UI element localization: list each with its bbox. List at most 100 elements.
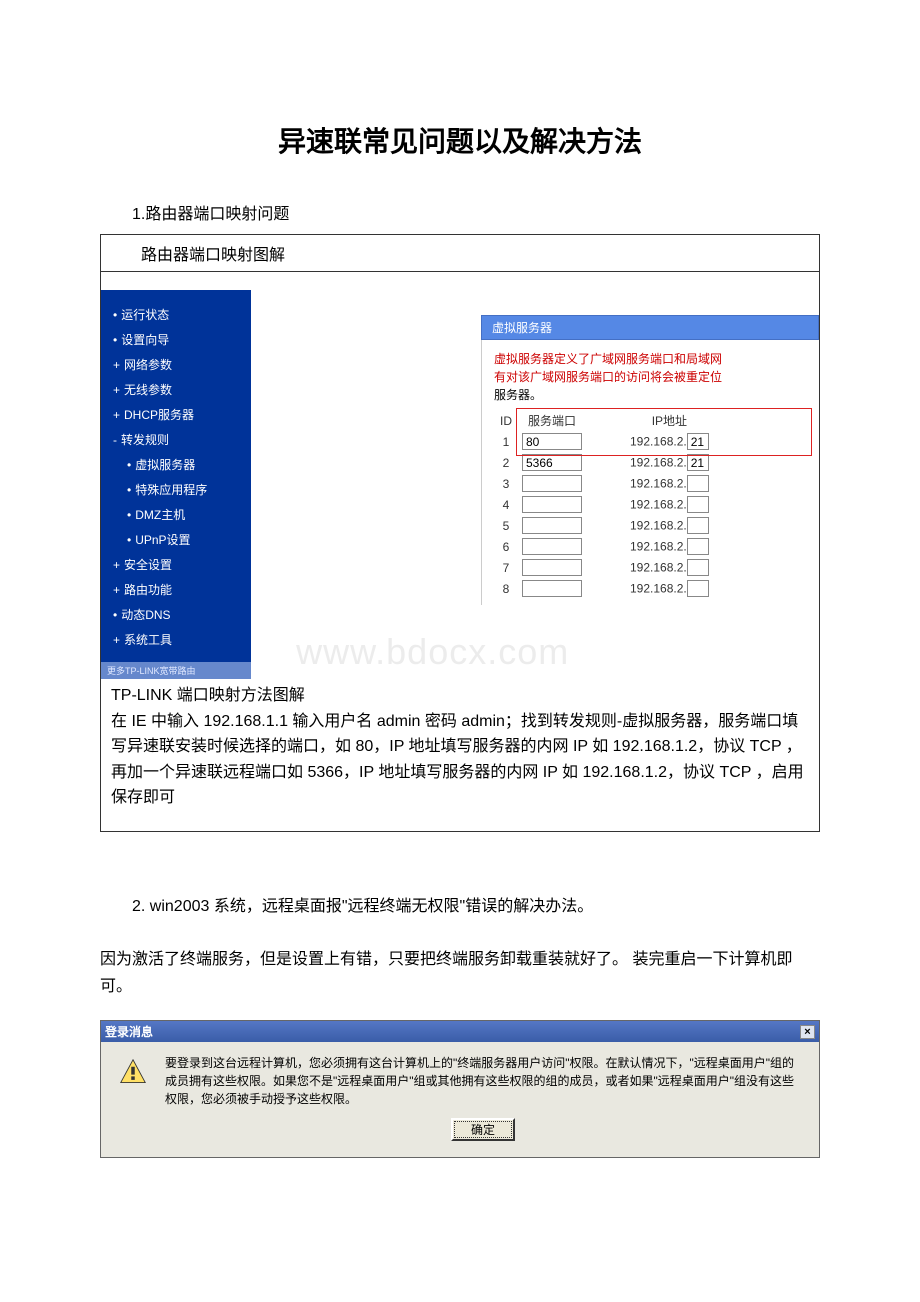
section1-heading: 1.路由器端口映射问题 bbox=[100, 200, 820, 224]
sidebar-item[interactable]: •动态DNS bbox=[113, 602, 243, 627]
sidebar-item[interactable]: •DMZ主机 bbox=[113, 502, 243, 527]
expand-icon: - bbox=[113, 433, 117, 447]
port-input[interactable] bbox=[522, 475, 582, 492]
table-row: 3192.168.2. bbox=[494, 473, 713, 494]
expand-icon: • bbox=[127, 483, 131, 497]
vs-table: ID 服务端口 IP地址 1192.168.2.2192.168.2.3192.… bbox=[494, 410, 713, 599]
figure-router: 路由器端口映射图解 •运行状态•设置向导+网络参数+无线参数+DHCP服务器-转… bbox=[100, 234, 820, 832]
ip-suffix-input[interactable] bbox=[687, 538, 709, 555]
figure-caption: 路由器端口映射图解 bbox=[101, 235, 819, 272]
sidebar-item[interactable]: -转发规则 bbox=[113, 427, 243, 452]
sidebar-item-label: 设置向导 bbox=[121, 333, 169, 347]
cell-id: 4 bbox=[494, 494, 518, 515]
router-main: 虚拟服务器 虚拟服务器定义了广域网服务端口和局域网 有对该广域网服务端口的访问将… bbox=[251, 290, 819, 679]
table-row: 2 192.168.2. bbox=[494, 452, 713, 473]
sidebar-item[interactable]: + 路由功能 bbox=[113, 577, 243, 602]
sidebar-item[interactable]: + 网络参数 bbox=[113, 352, 243, 377]
sidebar-item-label: UPnP设置 bbox=[135, 533, 190, 547]
ip-prefix: 192.168.2. bbox=[630, 519, 687, 533]
cell-id: 8 bbox=[494, 578, 518, 599]
sidebar-item-label: 动态DNS bbox=[121, 608, 170, 622]
login-dialog-title: 登录消息 bbox=[105, 1023, 153, 1040]
sidebar-footer: 更多TP-LINK宽带路由 bbox=[101, 662, 251, 679]
login-dialog-body: 要登录到这台远程计算机，您必须拥有这台计算机上的"终端服务器用户访问"权限。在默… bbox=[101, 1042, 819, 1157]
sidebar-item[interactable]: +系统工具 bbox=[113, 627, 243, 652]
sidebar-item-label: 虚拟服务器 bbox=[135, 458, 195, 472]
ip-suffix-input[interactable] bbox=[687, 496, 709, 513]
sidebar-item[interactable]: +安全设置 bbox=[113, 552, 243, 577]
sidebar-item[interactable]: + DHCP服务器 bbox=[113, 402, 243, 427]
expand-icon: • bbox=[127, 508, 131, 522]
ip-suffix-input[interactable] bbox=[687, 454, 709, 471]
expand-icon: + bbox=[113, 558, 120, 572]
expand-icon: + bbox=[113, 633, 120, 647]
ip-suffix-input[interactable] bbox=[687, 559, 709, 576]
port-input[interactable] bbox=[522, 496, 582, 513]
router-panel: •运行状态•设置向导+网络参数+无线参数+DHCP服务器-转发规则•虚拟服务器•… bbox=[101, 290, 819, 679]
table-row: 7 192.168.2. bbox=[494, 557, 713, 578]
vs-note-line: 虚拟服务器定义了广域网服务端口和局域网 bbox=[494, 352, 722, 366]
port-input[interactable] bbox=[522, 580, 582, 597]
cell-id: 6 bbox=[494, 536, 518, 557]
col-port: 服务端口 bbox=[518, 410, 586, 431]
expand-icon: + bbox=[113, 583, 120, 597]
login-dialog-titlebar: 登录消息 × bbox=[101, 1021, 819, 1042]
expand-icon: + bbox=[113, 383, 120, 397]
expand-icon: • bbox=[127, 458, 131, 472]
tplink-description: TP-LINK 端口映射方法图解 在 IE 中输入 192.168.1.1 输入… bbox=[101, 679, 819, 831]
warning-icon bbox=[119, 1058, 147, 1086]
sidebar-item-label: 网络参数 bbox=[124, 358, 172, 372]
sidebar-item[interactable]: • UPnP设置 bbox=[113, 527, 243, 552]
expand-icon: • bbox=[113, 333, 117, 347]
cell-id: 1 bbox=[494, 431, 518, 452]
virtual-server-header: 虚拟服务器 bbox=[481, 315, 819, 340]
close-button[interactable]: × bbox=[800, 1025, 815, 1039]
ip-prefix: 192.168.2. bbox=[630, 477, 687, 491]
sidebar-item-label: 路由功能 bbox=[124, 583, 172, 597]
port-input[interactable] bbox=[522, 454, 582, 471]
col-id: ID bbox=[494, 410, 518, 431]
sidebar-item-label: DHCP服务器 bbox=[124, 408, 194, 422]
sidebar-item-label: 特殊应用程序 bbox=[135, 483, 207, 497]
ip-prefix: 192.168.2. bbox=[630, 540, 687, 554]
cell-id: 7 bbox=[494, 557, 518, 578]
ip-prefix: 192.168.2. bbox=[630, 498, 687, 512]
sidebar-item[interactable]: •运行状态 bbox=[113, 302, 243, 327]
table-row: 5192.168.2. bbox=[494, 515, 713, 536]
vs-note-line: 服务器。 bbox=[494, 388, 542, 402]
col-ip: IP地址 bbox=[626, 410, 713, 431]
login-dialog-text: 要登录到这台远程计算机，您必须拥有这台计算机上的"终端服务器用户访问"权限。在默… bbox=[165, 1054, 801, 1108]
port-input[interactable] bbox=[522, 517, 582, 534]
sidebar-item[interactable]: • 特殊应用程序 bbox=[113, 477, 243, 502]
login-dialog: 登录消息 × 要登录到这台远程计算机，您必须拥有这台计算机上的"终端服务器用户访… bbox=[100, 1020, 820, 1158]
ok-button[interactable]: 确定 bbox=[451, 1118, 515, 1141]
expand-icon: + bbox=[113, 408, 120, 422]
desc-line: 在 IE 中输入 192.168.1.1 输入用户名 admin 密码 admi… bbox=[111, 709, 809, 811]
table-row: 1192.168.2. bbox=[494, 431, 713, 452]
cell-id: 2 bbox=[494, 452, 518, 473]
virtual-server-body: 虚拟服务器定义了广域网服务端口和局域网 有对该广域网服务端口的访问将会被重定位 … bbox=[481, 340, 819, 605]
port-input[interactable] bbox=[522, 559, 582, 576]
ip-prefix: 192.168.2. bbox=[630, 561, 687, 575]
sidebar-item-label: 转发规则 bbox=[121, 433, 169, 447]
page-title: 异速联常见问题以及解决方法 bbox=[100, 120, 820, 160]
expand-icon: + bbox=[113, 358, 120, 372]
port-input[interactable] bbox=[522, 433, 582, 450]
ip-suffix-input[interactable] bbox=[687, 517, 709, 534]
table-row: 8192.168.2. bbox=[494, 578, 713, 599]
router-sidebar: •运行状态•设置向导+网络参数+无线参数+DHCP服务器-转发规则•虚拟服务器•… bbox=[101, 290, 251, 679]
expand-icon: • bbox=[127, 533, 131, 547]
sidebar-item-label: 运行状态 bbox=[121, 308, 169, 322]
table-row: 4 192.168.2. bbox=[494, 494, 713, 515]
ip-suffix-input[interactable] bbox=[687, 580, 709, 597]
sidebar-item[interactable]: • 虚拟服务器 bbox=[113, 452, 243, 477]
port-input[interactable] bbox=[522, 538, 582, 555]
ip-suffix-input[interactable] bbox=[687, 475, 709, 492]
ip-suffix-input[interactable] bbox=[687, 433, 709, 450]
table-row: 6 192.168.2. bbox=[494, 536, 713, 557]
ip-prefix: 192.168.2. bbox=[630, 456, 687, 470]
sidebar-item[interactable]: • 设置向导 bbox=[113, 327, 243, 352]
sidebar-item[interactable]: + 无线参数 bbox=[113, 377, 243, 402]
sidebar-item-label: 无线参数 bbox=[124, 383, 172, 397]
vs-note-line: 有对该广域网服务端口的访问将会被重定位 bbox=[494, 370, 722, 384]
